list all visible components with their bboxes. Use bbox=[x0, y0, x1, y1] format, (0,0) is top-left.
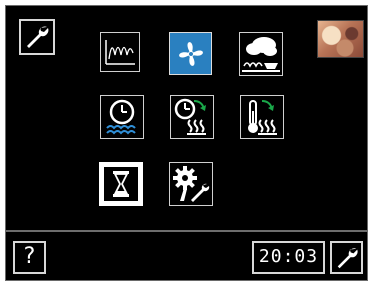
heating-curve-button[interactable] bbox=[100, 32, 140, 72]
clock-minutes: 03 bbox=[294, 246, 319, 267]
timer-heat-icon bbox=[174, 98, 206, 135]
steam-cooking-button[interactable] bbox=[239, 32, 283, 76]
heating-curve-icon bbox=[105, 40, 135, 65]
fan-button[interactable] bbox=[169, 32, 212, 75]
timer-water-button[interactable] bbox=[100, 95, 144, 139]
steam-cooking-icon bbox=[242, 37, 280, 72]
timer-water-icon bbox=[106, 99, 136, 135]
wrench-icon bbox=[27, 26, 49, 48]
gear-tools-icon bbox=[173, 166, 210, 202]
settings-footer-button[interactable] bbox=[330, 241, 363, 274]
hourglass-icon bbox=[104, 167, 138, 201]
timer-heat-button[interactable] bbox=[170, 95, 214, 139]
temperature-heat-button[interactable] bbox=[240, 95, 284, 139]
fan-icon bbox=[178, 41, 203, 66]
control-panel-screen: ? 20:03 bbox=[5, 5, 368, 281]
service-button[interactable] bbox=[169, 162, 213, 206]
help-button[interactable]: ? bbox=[13, 241, 46, 274]
clock-hours: 20 bbox=[258, 246, 283, 267]
clock-display[interactable]: 20:03 bbox=[252, 241, 325, 274]
kitchen-photo bbox=[317, 20, 364, 58]
wrench-icon bbox=[337, 247, 358, 268]
settings-button[interactable] bbox=[19, 19, 55, 55]
clock-separator: : bbox=[282, 246, 295, 267]
footer-divider bbox=[6, 230, 367, 232]
hourglass-button[interactable] bbox=[99, 162, 143, 206]
temperature-heat-icon bbox=[248, 100, 277, 135]
